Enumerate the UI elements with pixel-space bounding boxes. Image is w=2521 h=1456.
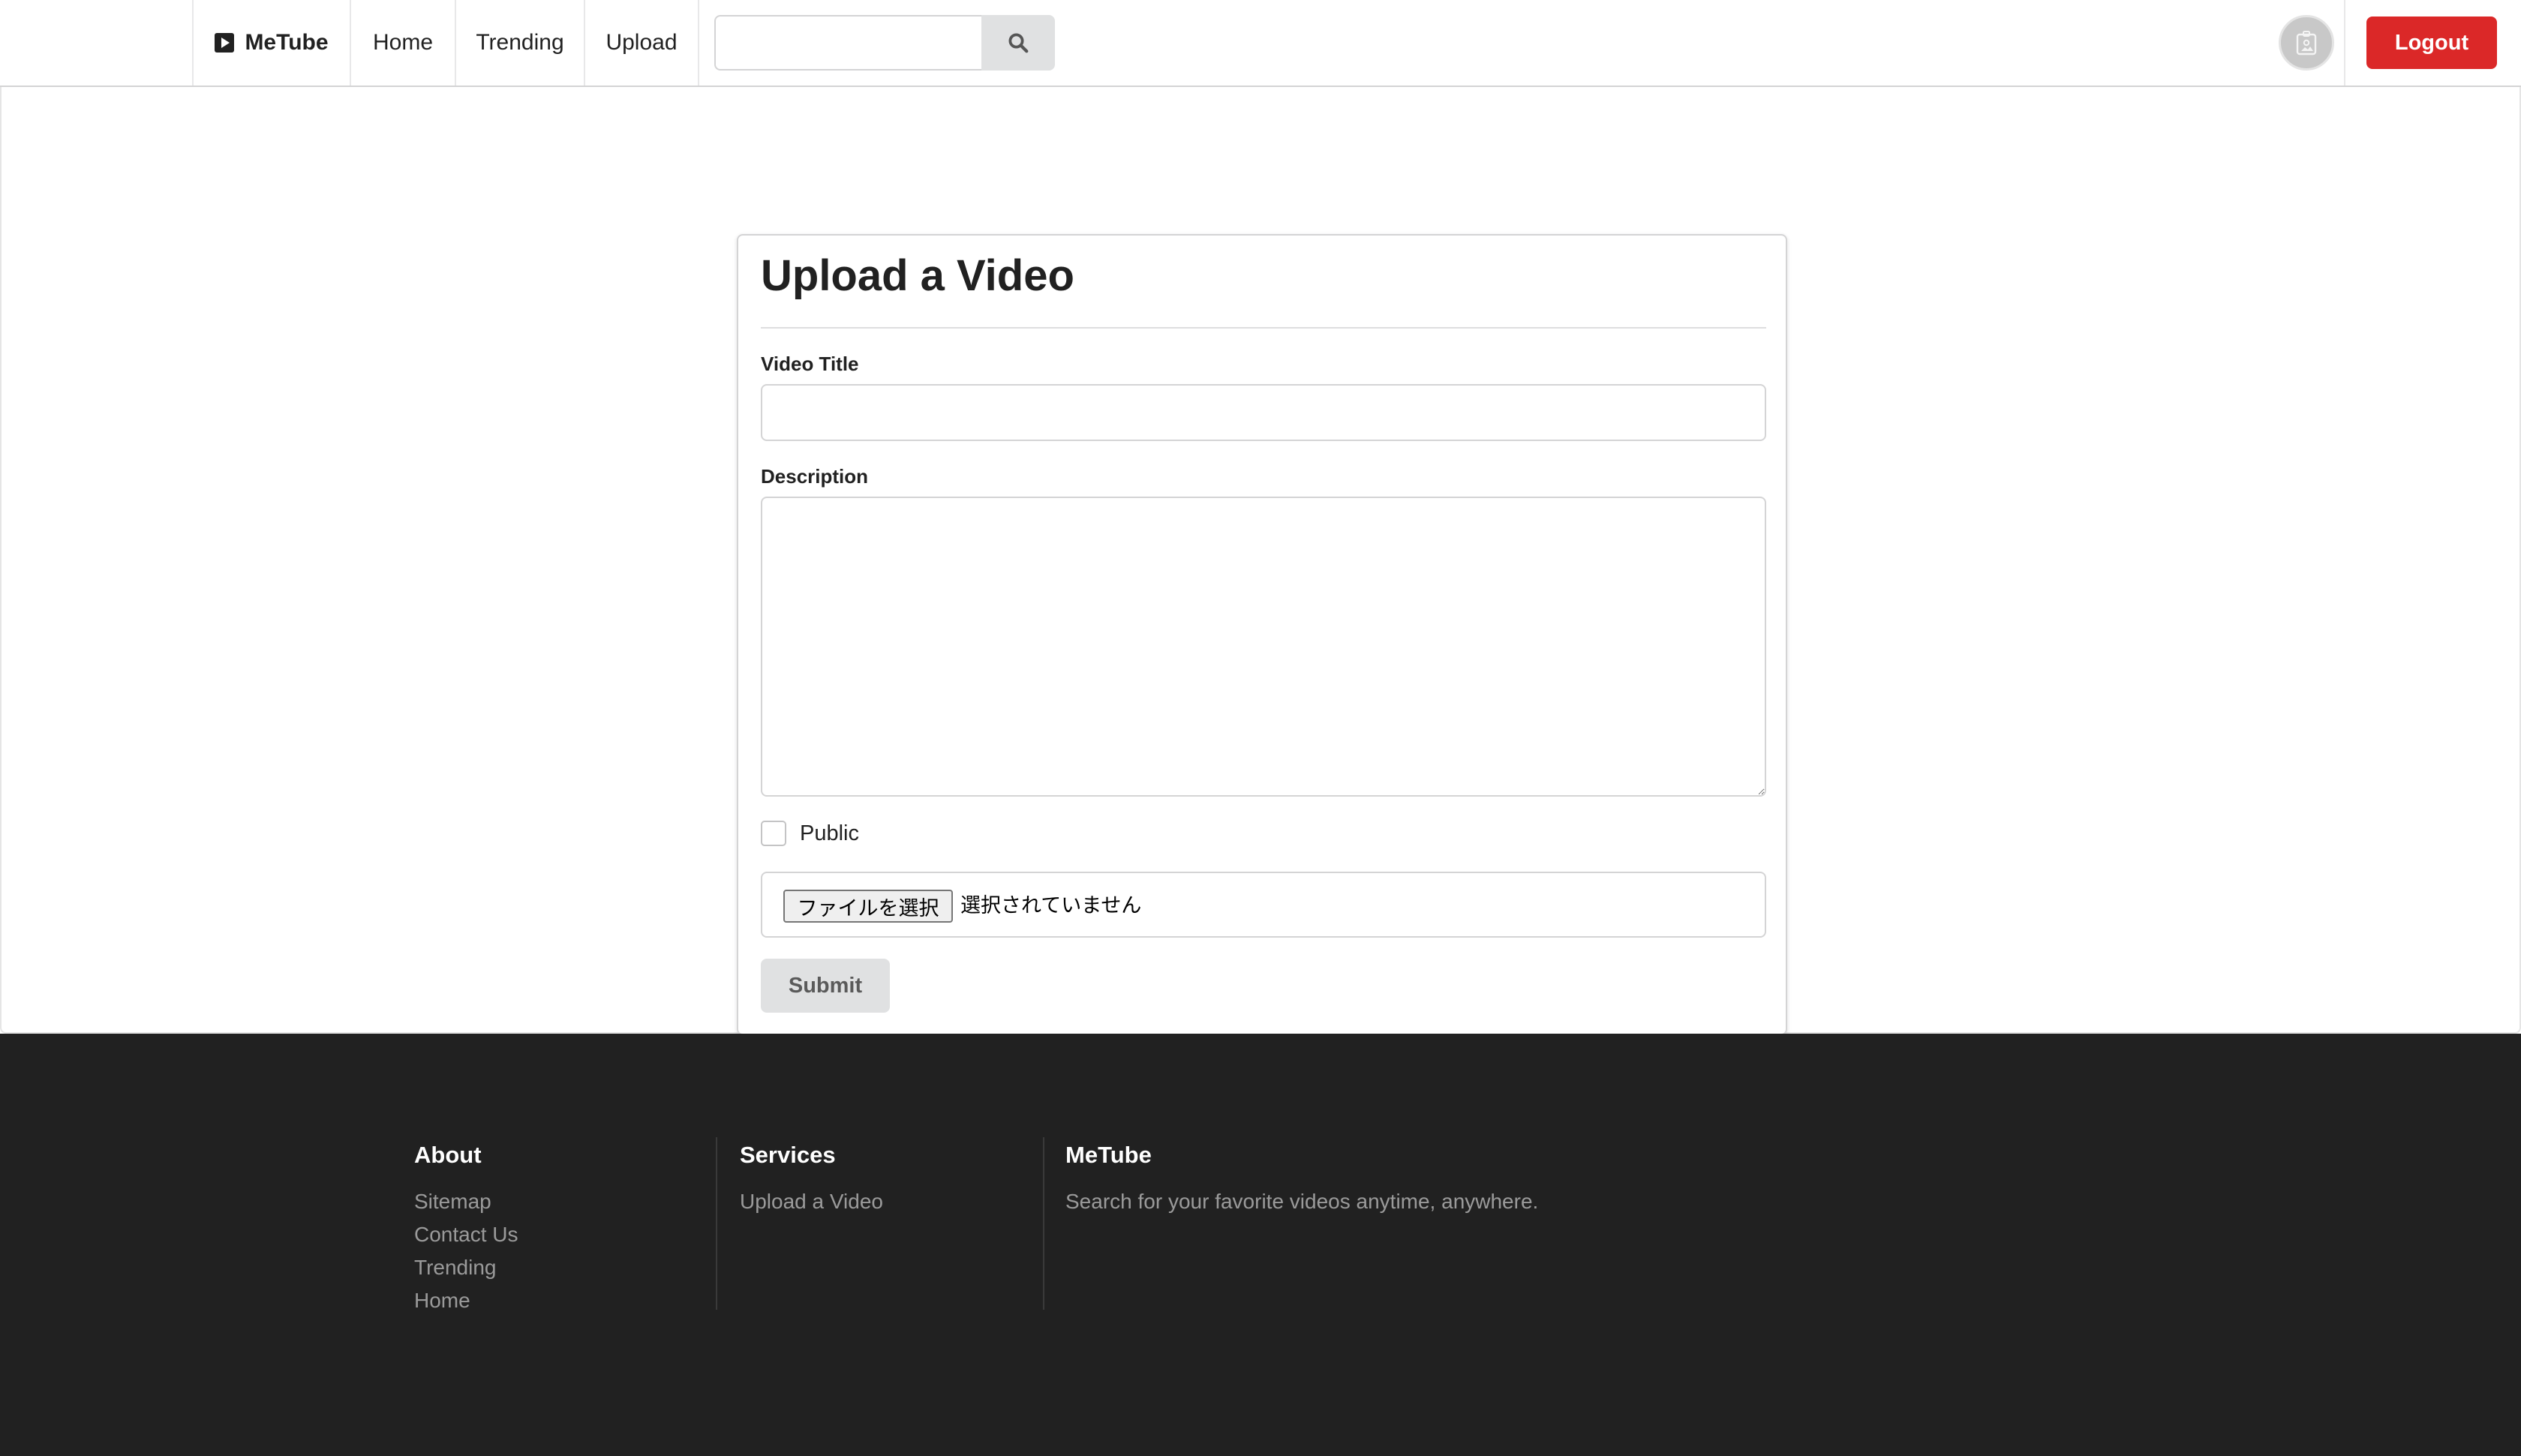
footer-tagline: Search for your favorite videos anytime,… bbox=[1065, 1190, 1539, 1213]
top-navigation-bar: MeTube Home Trending Upload Logout bbox=[0, 0, 2521, 87]
public-label[interactable]: Public bbox=[800, 821, 859, 846]
user-avatar-cell[interactable] bbox=[2269, 0, 2344, 86]
footer-link-sitemap[interactable]: Sitemap bbox=[414, 1185, 716, 1218]
footer-brand-column: MeTube Search for your favorite videos a… bbox=[1065, 1137, 1741, 1310]
footer-services-column: Services Upload a Video bbox=[740, 1137, 1044, 1310]
public-checkbox[interactable] bbox=[761, 821, 786, 846]
footer-brand-heading: MeTube bbox=[1065, 1142, 1152, 1168]
main-content: Upload a Video Video Title Description P… bbox=[0, 87, 2521, 1035]
submit-button[interactable]: Submit bbox=[761, 959, 890, 1013]
brand-name: MeTube bbox=[245, 30, 329, 55]
video-title-label: Video Title bbox=[761, 353, 859, 375]
nav-upload[interactable]: Upload bbox=[584, 0, 699, 86]
search-button[interactable] bbox=[981, 15, 1055, 71]
footer-link-upload-video[interactable]: Upload a Video bbox=[740, 1185, 1043, 1218]
upload-video-form: Upload a Video Video Title Description P… bbox=[737, 234, 1787, 1035]
user-image-icon bbox=[2296, 31, 2317, 56]
choose-file-button[interactable]: ファイルを選択 bbox=[783, 890, 953, 923]
file-input-field[interactable]: ファイルを選択 選択されていません bbox=[761, 872, 1766, 938]
description-textarea[interactable] bbox=[761, 497, 1766, 797]
footer: About Sitemap Contact Us Trending Home S… bbox=[0, 1034, 2521, 1456]
page-title: Upload a Video bbox=[761, 251, 1074, 300]
search-icon bbox=[1008, 33, 1029, 53]
avatar[interactable] bbox=[2279, 15, 2334, 71]
file-status-text: 選択されていません bbox=[960, 894, 1142, 917]
footer-about-column: About Sitemap Contact Us Trending Home bbox=[414, 1137, 717, 1312]
search-bar bbox=[714, 15, 1055, 71]
footer-about-heading: About bbox=[414, 1142, 482, 1168]
video-title-input[interactable] bbox=[761, 384, 1766, 441]
footer-link-home[interactable]: Home bbox=[414, 1284, 716, 1317]
nav-home[interactable]: Home bbox=[350, 0, 455, 86]
description-label: Description bbox=[761, 465, 869, 488]
footer-link-contact-us[interactable]: Contact Us bbox=[414, 1218, 716, 1251]
footer-link-trending[interactable]: Trending bbox=[414, 1251, 716, 1284]
brand-link[interactable]: MeTube bbox=[192, 0, 350, 86]
play-square-icon bbox=[215, 33, 235, 53]
nav-trending[interactable]: Trending bbox=[455, 0, 584, 86]
menu-divider bbox=[2344, 0, 2345, 86]
search-input[interactable] bbox=[714, 15, 981, 71]
heading-divider bbox=[761, 327, 1766, 329]
footer-services-heading: Services bbox=[740, 1142, 836, 1168]
logout-button[interactable]: Logout bbox=[2366, 17, 2497, 69]
